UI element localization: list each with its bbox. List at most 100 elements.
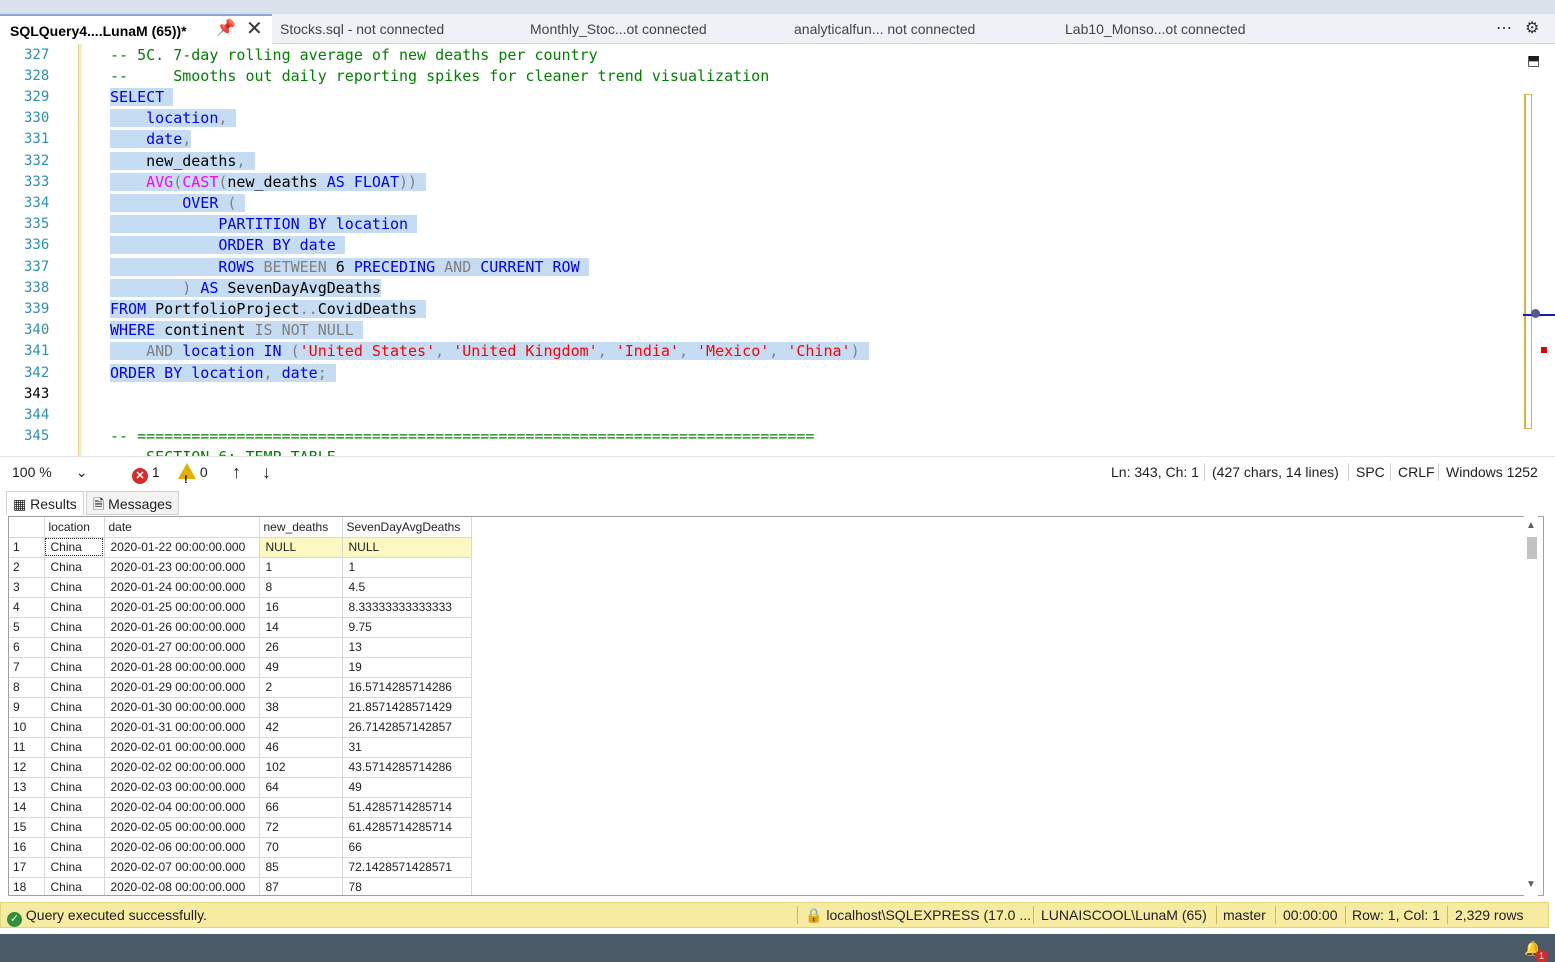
row-number[interactable]: 3 bbox=[9, 577, 45, 598]
table-cell[interactable]: China bbox=[44, 557, 105, 578]
table-cell[interactable]: China bbox=[44, 597, 105, 618]
scroll-up-arrow-icon[interactable]: ▲ bbox=[1526, 520, 1536, 531]
table-cell[interactable]: 70 bbox=[259, 837, 343, 858]
table-cell[interactable]: 2020-02-01 00:00:00.000 bbox=[104, 737, 260, 758]
column-header-sevendayavg[interactable]: SevenDayAvgDeaths bbox=[342, 517, 472, 538]
table-cell[interactable]: 26 bbox=[259, 637, 343, 658]
table-row[interactable]: 3 China 2020-01-24 00:00:00.000 8 4.5 bbox=[9, 577, 472, 598]
table-cell[interactable]: 43.5714285714286 bbox=[342, 757, 472, 778]
table-cell[interactable]: China bbox=[44, 577, 105, 598]
row-number[interactable]: 13 bbox=[9, 777, 45, 798]
whitespace-mode[interactable]: SPC bbox=[1356, 457, 1385, 487]
table-cell[interactable]: China bbox=[44, 697, 105, 718]
sql-editor[interactable]: 327 328 329 330 331 332 333 334 335 336 337 338 339 3… bbox=[0, 44, 1555, 456]
table-row[interactable]: 16 China 2020-02-06 00:00:00.000 70 66 bbox=[9, 837, 472, 858]
table-cell[interactable]: China bbox=[44, 797, 105, 818]
table-cell[interactable]: 26.7142857142857 bbox=[342, 717, 472, 738]
table-cell[interactable]: 64 bbox=[259, 777, 343, 798]
arrow-up-icon[interactable]: ↑ bbox=[232, 457, 241, 487]
table-row[interactable]: 9 China 2020-01-30 00:00:00.000 38 21.857142… bbox=[9, 697, 472, 718]
table-cell[interactable]: 8.33333333333333 bbox=[342, 597, 472, 618]
table-row[interactable]: 5 China 2020-01-26 00:00:00.000 14 9.75 bbox=[9, 617, 472, 638]
table-row[interactable]: 10 China 2020-01-31 00:00:00.000 42 26.71428… bbox=[9, 717, 472, 738]
tab-analyticalfun[interactable]: analyticalfun... not connected bbox=[794, 14, 975, 44]
table-cell[interactable]: 2020-01-24 00:00:00.000 bbox=[104, 577, 260, 598]
row-number[interactable]: 7 bbox=[9, 657, 45, 678]
row-number[interactable]: 18 bbox=[9, 877, 45, 895]
table-cell[interactable]: China bbox=[44, 757, 105, 778]
scroll-down-arrow-icon[interactable]: ▼ bbox=[1526, 879, 1536, 890]
tab-messages[interactable]: 🗎 Messages bbox=[86, 491, 179, 515]
table-cell[interactable]: NULL bbox=[342, 537, 472, 558]
table-cell[interactable]: 2020-01-29 00:00:00.000 bbox=[104, 677, 260, 698]
table-cell[interactable]: NULL bbox=[259, 537, 343, 558]
table-cell[interactable]: 2020-01-23 00:00:00.000 bbox=[104, 557, 260, 578]
split-editor-icon[interactable]: ⬒ bbox=[1527, 52, 1543, 68]
table-cell[interactable]: 42 bbox=[259, 717, 343, 738]
table-cell[interactable]: 2 bbox=[259, 677, 343, 698]
table-row[interactable]: 2 China 2020-01-23 00:00:00.000 1 1 bbox=[9, 557, 472, 578]
row-number[interactable]: 4 bbox=[9, 597, 45, 618]
table-cell[interactable]: 2020-01-22 00:00:00.000 bbox=[104, 537, 260, 558]
table-cell[interactable]: China bbox=[44, 877, 105, 895]
grid-scroll-thumb[interactable] bbox=[1527, 537, 1537, 559]
table-cell[interactable]: 2020-01-25 00:00:00.000 bbox=[104, 597, 260, 618]
table-cell[interactable]: 21.8571428571429 bbox=[342, 697, 472, 718]
tab-lab10[interactable]: Lab10_Monso...ot connected bbox=[1065, 14, 1246, 44]
table-row[interactable]: 14 China 2020-02-04 00:00:00.000 66 51.42857… bbox=[9, 797, 472, 818]
table-cell[interactable]: China bbox=[44, 717, 105, 738]
row-number[interactable]: 10 bbox=[9, 717, 45, 738]
table-cell[interactable]: 102 bbox=[259, 757, 343, 778]
table-row[interactable]: 15 China 2020-02-05 00:00:00.000 72 61.42857… bbox=[9, 817, 472, 838]
table-cell[interactable]: China bbox=[44, 677, 105, 698]
table-row[interactable]: 18 China 2020-02-08 00:00:00.000 87 78 bbox=[9, 877, 472, 895]
table-cell[interactable]: 61.4285714285714 bbox=[342, 817, 472, 838]
column-header-location[interactable]: location bbox=[44, 517, 105, 538]
cursor-position[interactable]: Ln: 343, Ch: 1 bbox=[1111, 457, 1199, 487]
table-cell[interactable]: China bbox=[44, 637, 105, 658]
table-row[interactable]: 7 China 2020-01-28 00:00:00.000 49 19 bbox=[9, 657, 472, 678]
table-cell[interactable]: 51.4285714285714 bbox=[342, 797, 472, 818]
table-cell[interactable]: China bbox=[44, 857, 105, 878]
tab-results[interactable]: ▦ Results bbox=[6, 491, 84, 515]
encoding[interactable]: Windows 1252 bbox=[1446, 457, 1538, 487]
table-cell[interactable]: China bbox=[44, 657, 105, 678]
arrow-down-icon[interactable]: ↓ bbox=[262, 457, 271, 487]
grid-vertical-scrollbar[interactable] bbox=[1524, 516, 1538, 896]
table-row[interactable]: 4 China 2020-01-25 00:00:00.000 16 8.3333333… bbox=[9, 597, 472, 618]
column-header-new-deaths[interactable]: new_deaths bbox=[259, 517, 343, 538]
table-cell[interactable]: 16 bbox=[259, 597, 343, 618]
row-number[interactable]: 5 bbox=[9, 617, 45, 638]
table-cell[interactable]: 85 bbox=[259, 857, 343, 878]
table-cell[interactable]: 66 bbox=[259, 797, 343, 818]
table-cell[interactable]: 78 bbox=[342, 877, 472, 895]
table-cell[interactable]: 2020-02-04 00:00:00.000 bbox=[104, 797, 260, 818]
table-cell[interactable]: 1 bbox=[342, 557, 472, 578]
close-icon[interactable]: ✕ bbox=[246, 14, 263, 44]
editor-scrollbar-map[interactable] bbox=[1524, 94, 1532, 429]
table-cell[interactable]: 2020-02-05 00:00:00.000 bbox=[104, 817, 260, 838]
row-number[interactable]: 17 bbox=[9, 857, 45, 878]
row-number[interactable]: 1 bbox=[9, 537, 45, 558]
table-cell[interactable]: 2020-01-28 00:00:00.000 bbox=[104, 657, 260, 678]
table-cell[interactable]: 2020-02-03 00:00:00.000 bbox=[104, 777, 260, 798]
table-cell[interactable]: 8 bbox=[259, 577, 343, 598]
table-cell[interactable]: 16.5714285714286 bbox=[342, 677, 472, 698]
table-cell[interactable]: China bbox=[44, 837, 105, 858]
table-cell[interactable]: China bbox=[44, 617, 105, 638]
table-row[interactable]: 6 China 2020-01-27 00:00:00.000 26 13 bbox=[9, 637, 472, 658]
table-cell[interactable]: China bbox=[44, 817, 105, 838]
table-cell[interactable]: 66 bbox=[342, 837, 472, 858]
row-number[interactable]: 2 bbox=[9, 557, 45, 578]
table-cell[interactable]: 49 bbox=[342, 777, 472, 798]
table-cell[interactable]: 2020-01-27 00:00:00.000 bbox=[104, 637, 260, 658]
tab-stocks[interactable]: Stocks.sql - not connected bbox=[280, 14, 444, 44]
row-number[interactable]: 8 bbox=[9, 677, 45, 698]
table-cell[interactable]: 4.5 bbox=[342, 577, 472, 598]
table-cell[interactable]: 2020-02-02 00:00:00.000 bbox=[104, 757, 260, 778]
scroll-thumb[interactable] bbox=[1531, 309, 1540, 318]
table-cell[interactable]: 72.1428571428571 bbox=[342, 857, 472, 878]
table-row[interactable]: 1 China 2020-01-22 00:00:00.000 NULL NULL bbox=[9, 537, 472, 558]
row-number[interactable]: 12 bbox=[9, 757, 45, 778]
table-cell[interactable]: 19 bbox=[342, 657, 472, 678]
